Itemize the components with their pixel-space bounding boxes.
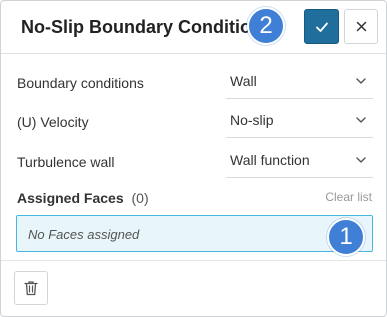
select-value: Wall: [230, 73, 257, 89]
check-icon: [315, 22, 328, 32]
boundary-condition-panel: No-Slip Boundary Condition 2 Boundary co…: [0, 0, 387, 317]
assigned-faces-box[interactable]: No Faces assigned: [16, 215, 373, 252]
field-label: (U) Velocity: [17, 114, 89, 130]
assigned-faces-title: Assigned Faces: [17, 190, 124, 206]
select-value: No-slip: [230, 112, 274, 128]
select-value: Wall function: [230, 152, 310, 168]
panel-header: No-Slip Boundary Condition 2: [1, 1, 386, 54]
field-row-velocity: (U) Velocity No-slip: [1, 101, 386, 141]
trash-icon: [24, 281, 38, 296]
step-badge-2: 2: [247, 7, 285, 45]
assigned-faces-count: (0): [131, 190, 149, 206]
close-icon: [356, 21, 366, 32]
field-row-boundary-conditions: Boundary conditions Wall: [1, 62, 386, 102]
confirm-button[interactable]: [304, 9, 339, 44]
delete-button[interactable]: [14, 271, 48, 305]
footer-divider: [1, 260, 386, 261]
clear-list-button[interactable]: Clear list: [325, 190, 372, 204]
chevron-down-icon: [356, 78, 366, 84]
velocity-select[interactable]: No-slip: [226, 101, 373, 138]
close-button[interactable]: [344, 9, 378, 44]
boundary-conditions-select[interactable]: Wall: [226, 62, 373, 99]
field-row-turbulence-wall: Turbulence wall Wall function: [1, 141, 386, 181]
panel-title: No-Slip Boundary Condition: [21, 17, 262, 37]
assigned-faces-empty-text: No Faces assigned: [28, 227, 140, 242]
chevron-down-icon: [356, 157, 366, 163]
chevron-down-icon: [356, 117, 366, 123]
assigned-faces-header: Assigned Faces (0): [17, 190, 149, 206]
step-badge-1: 1: [327, 218, 365, 256]
field-label: Boundary conditions: [17, 75, 144, 91]
turbulence-wall-select[interactable]: Wall function: [226, 141, 373, 178]
field-label: Turbulence wall: [17, 154, 115, 170]
